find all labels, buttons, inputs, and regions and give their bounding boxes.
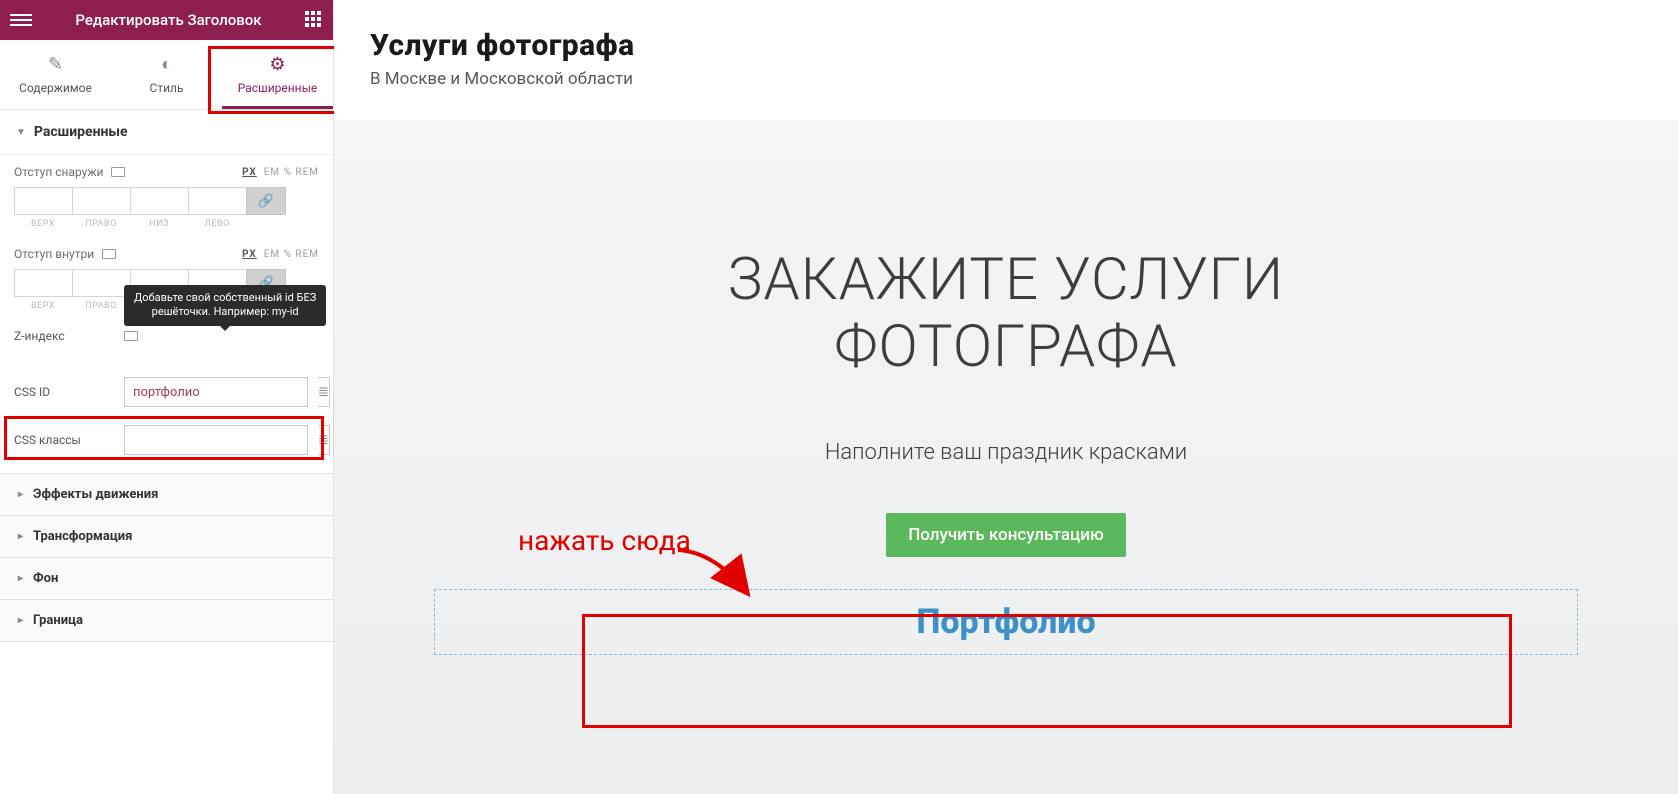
page-subtitle: В Москве и Московской области [370, 69, 1642, 89]
cssid-label: CSS ID [14, 385, 114, 399]
accordion-background[interactable]: ▸Фон [0, 558, 333, 600]
margin-right-input[interactable] [72, 187, 130, 215]
tab-label: Расширенные [238, 81, 318, 95]
dynamic-tags-icon[interactable]: ≣ [318, 377, 330, 407]
menu-icon[interactable] [10, 14, 32, 26]
desktop-icon[interactable] [111, 167, 125, 177]
desktop-icon[interactable] [124, 331, 138, 341]
margin-left-input[interactable] [188, 187, 246, 215]
portfolio-heading-widget[interactable]: Портфолио [434, 589, 1578, 655]
tab-advanced[interactable]: ⚙ Расширенные [222, 40, 333, 109]
page-preview: Услуги фотографа В Москве и Московской о… [334, 0, 1678, 794]
editor-panel: Редактировать Заголовок ✎ Содержимое ◐ С… [0, 0, 334, 794]
accordion-transform[interactable]: ▸Трансформация [0, 516, 333, 558]
padding-units[interactable]: PX EM % REM [242, 249, 319, 260]
margin-sublabels: ВЕРХПРАВОНИЗЛЕВО [14, 219, 319, 229]
hero-subtext: Наполните ваш праздник красками [334, 440, 1678, 465]
tab-content[interactable]: ✎ Содержимое [0, 40, 111, 109]
hero-heading: ЗАКАЖИТЕ УСЛУГИФОТОГРАФА [334, 247, 1678, 380]
caret-right-icon: ▸ [18, 573, 23, 584]
caret-right-icon: ▸ [18, 489, 23, 500]
accordion-motion-effects[interactable]: ▸Эффекты движения [0, 474, 333, 516]
cssclasses-label: CSS классы [14, 433, 114, 447]
portfolio-title: Портфолио [435, 602, 1577, 642]
caret-right-icon: ▸ [18, 615, 23, 626]
accordion-border[interactable]: ▸Граница [0, 600, 333, 642]
margin-top-input[interactable] [14, 187, 72, 215]
hero-section: ЗАКАЖИТЕ УСЛУГИФОТОГРАФА Наполните ваш п… [334, 107, 1678, 655]
dynamic-tags-icon[interactable]: ≣ [318, 425, 330, 455]
page-title: Услуги фотографа [370, 28, 1642, 63]
padding-right-input[interactable] [72, 269, 130, 297]
margin-control: Отступ снаружи PX EM % REM 🔗 ВЕРХПРАВОНИ… [14, 165, 319, 229]
margin-units[interactable]: PX EM % REM [242, 167, 319, 178]
tab-label: Содержимое [19, 81, 92, 95]
cta-button[interactable]: Получить консультацию [886, 513, 1126, 557]
panel-accordion: ▸Эффекты движения ▸Трансформация ▸Фон ▸Г… [0, 473, 333, 642]
panel-header: Редактировать Заголовок [0, 0, 333, 40]
padding-top-input[interactable] [14, 269, 72, 297]
cssid-control: CSS ID ≣ [14, 377, 319, 407]
pencil-icon: ✎ [48, 54, 63, 75]
cssid-input[interactable] [124, 377, 308, 407]
zindex-control: Z-индекс Добавьте свой собственный id БЕ… [14, 329, 319, 343]
margin-label: Отступ снаружи [14, 165, 103, 179]
section-title-text: Расширенные [34, 124, 128, 140]
caret-right-icon: ▸ [18, 531, 23, 542]
page-header: Услуги фотографа В Москве и Московской о… [334, 0, 1678, 107]
apps-icon[interactable] [305, 11, 323, 29]
desktop-icon[interactable] [102, 249, 116, 259]
cssclasses-control: CSS классы ≣ [14, 425, 319, 455]
zindex-label: Z-индекс [14, 329, 114, 343]
contrast-icon: ◐ [161, 54, 172, 75]
margin-bottom-input[interactable] [130, 187, 188, 215]
annotation-arrow-icon [670, 542, 770, 612]
panel-tabs: ✎ Содержимое ◐ Стиль ⚙ Расширенные [0, 40, 333, 110]
annotation-text: нажать сюда [518, 524, 691, 557]
advanced-controls: Отступ снаружи PX EM % REM 🔗 ВЕРХПРАВОНИ… [0, 155, 333, 473]
cssid-tooltip: Добавьте свой собственный id БЕЗрешёточк… [124, 285, 326, 326]
link-values-icon[interactable]: 🔗 [246, 187, 286, 215]
cssclasses-input[interactable] [124, 425, 308, 455]
tab-label: Стиль [150, 81, 184, 95]
section-advanced-header[interactable]: ▼ Расширенные [0, 110, 333, 155]
padding-label: Отступ внутри [14, 247, 94, 261]
gear-icon: ⚙ [269, 54, 285, 75]
tab-style[interactable]: ◐ Стиль [111, 40, 222, 109]
panel-title: Редактировать Заголовок [32, 11, 305, 29]
caret-down-icon: ▼ [16, 127, 26, 138]
